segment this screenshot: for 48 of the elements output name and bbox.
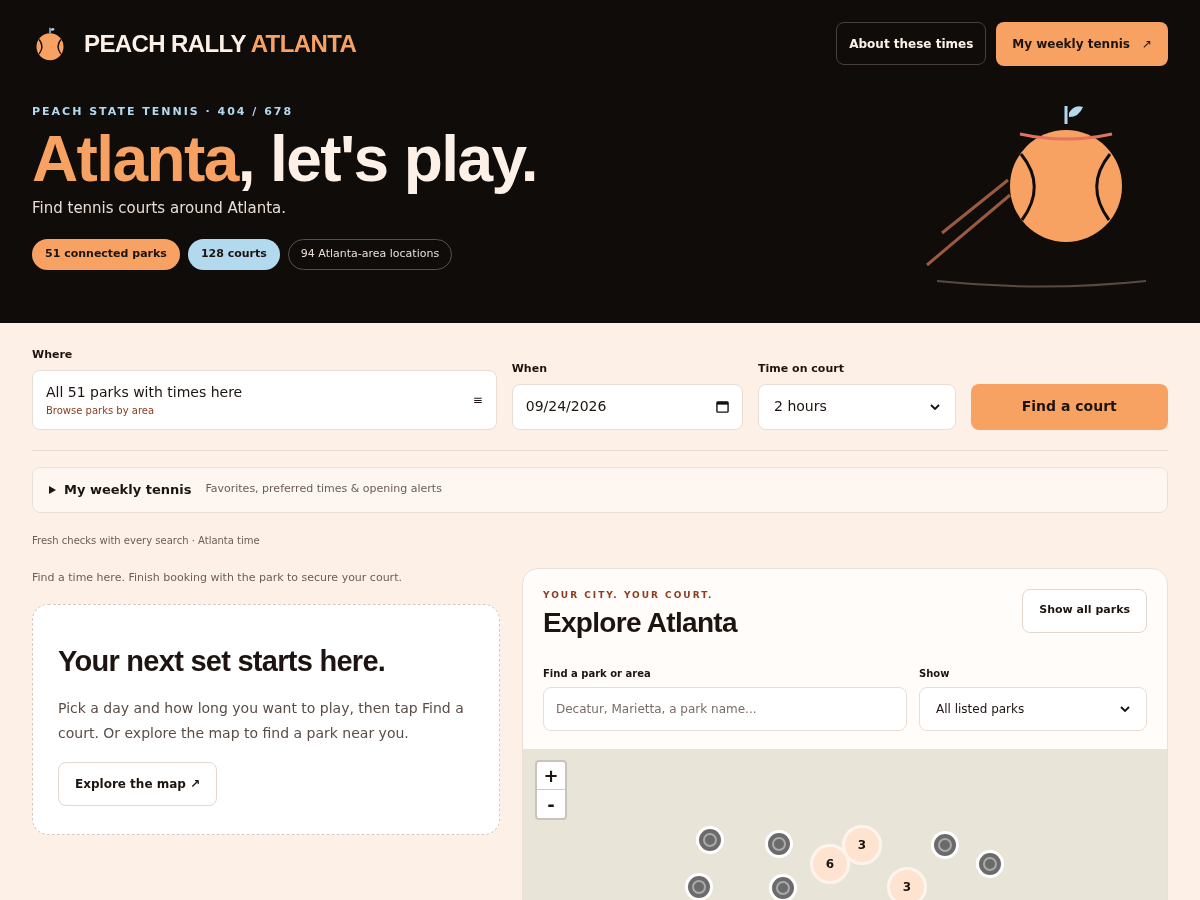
cluster-marker[interactable]: 3 [842, 825, 882, 865]
where-value: All 51 parks with times here [46, 382, 243, 402]
duration-select[interactable]: 2 hours [758, 383, 956, 430]
park-search-label: Find a park or area [543, 667, 651, 681]
park-marker-icon[interactable] [769, 874, 797, 900]
explore-title: Explore Atlanta [543, 606, 737, 640]
empty-state-text: Pick a day and how long you want to play, then tap Find a court. Or explore the map to find a park near you. [58, 698, 465, 743]
park-search-field[interactable]: Decatur, Marietta, a park name... [543, 687, 907, 731]
park-marker-icon[interactable] [685, 873, 713, 900]
park-marker-icon[interactable] [931, 831, 959, 859]
weekly-tennis-disclosure[interactable]: My weekly tennis Favorites, preferred times & opening alerts [32, 466, 1168, 513]
zoom-out-button[interactable]: - [537, 790, 565, 818]
stat-pill: 51 connected parks [32, 239, 180, 270]
list-icon: ≡ [472, 390, 483, 409]
show-all-parks-button[interactable]: Show all parks [1022, 588, 1147, 633]
weekly-tennis-hint: Favorites, preferred times & opening alerts [205, 481, 442, 498]
freshness-note: Fresh checks with every search · Atlanta time [32, 533, 260, 548]
chevron-icon [929, 403, 940, 410]
stat-pill: 128 courts [187, 239, 280, 270]
calendar-icon [716, 400, 730, 413]
date-field[interactable]: 09/24/2026 [511, 383, 744, 430]
when-label: When [511, 361, 547, 377]
duration-label: Time on court [758, 361, 844, 377]
explore-eyebrow: YOUR CITY. YOUR COURT. [543, 588, 714, 602]
brand-name: PEACH RALLY ATLANTA [84, 29, 357, 59]
park-marker-icon[interactable] [696, 826, 724, 854]
where-label: Where [32, 347, 73, 363]
stat-pill: 94 Atlanta-area locations [287, 239, 453, 270]
park-marker-icon[interactable] [976, 850, 1004, 878]
weekly-tennis-title: My weekly tennis [64, 480, 192, 499]
where-field[interactable]: All 51 parks with times here Browse parks by area ≡ [32, 369, 497, 430]
show-filter-select[interactable]: All listed parks [919, 687, 1147, 731]
show-filter-label: Show [919, 667, 950, 681]
hero-subtitle: Find tennis courts around Atlanta. [32, 197, 287, 219]
eyebrow-text: PEACH STATE TENNIS · 404 / 678 [32, 104, 294, 120]
zoom-in-button[interactable]: + [537, 762, 565, 790]
booking-note: Find a time here. Finish booking with the park to secure your court. [32, 569, 402, 586]
weekly-tennis-button[interactable]: My weekly tennis ↗ [996, 22, 1168, 66]
cluster-marker[interactable]: 3 [887, 867, 927, 900]
chevron-icon [1120, 706, 1130, 712]
explore-map-button[interactable]: Explore the map ↗ [58, 761, 218, 806]
park-marker-icon[interactable] [765, 830, 793, 858]
about-times-button[interactable]: About these times [836, 22, 987, 65]
find-court-button[interactable]: Find a court [970, 383, 1168, 430]
hero-headline: Atlanta, let's play. [32, 121, 537, 197]
browse-areas-link[interactable]: Browse parks by area [46, 402, 243, 418]
cluster-marker[interactable]: 6 [810, 844, 850, 884]
empty-state-title: Your next set starts here. [58, 644, 386, 679]
